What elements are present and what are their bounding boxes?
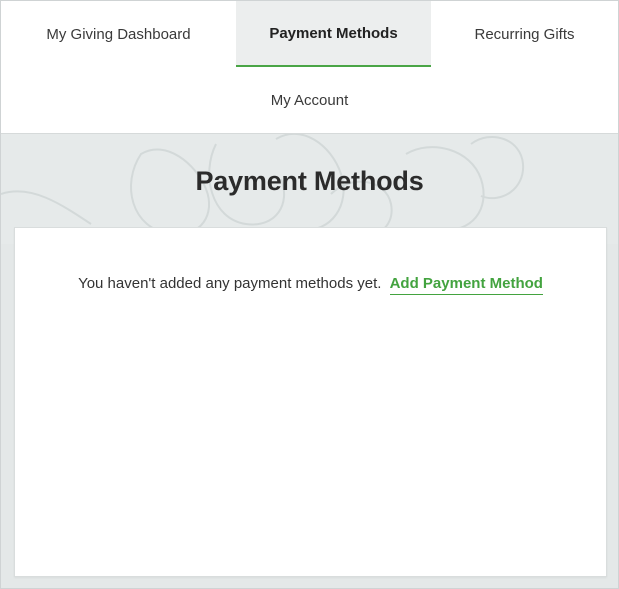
- tab-payment-methods[interactable]: Payment Methods: [236, 1, 431, 67]
- empty-state: You haven't added any payment methods ye…: [15, 275, 606, 295]
- account-nav: My Giving Dashboard Payment Methods Recu…: [1, 1, 618, 134]
- tab-label: Recurring Gifts: [474, 25, 575, 43]
- payment-methods-card: You haven't added any payment methods ye…: [14, 227, 607, 577]
- app-frame: My Giving Dashboard Payment Methods Recu…: [0, 0, 619, 589]
- tab-my-account[interactable]: My Account: [1, 67, 618, 133]
- add-payment-method-link[interactable]: Add Payment Method: [389, 275, 543, 295]
- tab-my-giving-dashboard[interactable]: My Giving Dashboard: [1, 1, 236, 67]
- empty-state-message: You haven't added any payment methods ye…: [78, 275, 382, 292]
- page-title: Payment Methods: [195, 166, 424, 196]
- tab-recurring-gifts[interactable]: Recurring Gifts: [431, 1, 618, 67]
- tab-label: Payment Methods: [269, 24, 398, 42]
- tab-label: My Account: [270, 91, 349, 109]
- tab-label: My Giving Dashboard: [46, 25, 191, 43]
